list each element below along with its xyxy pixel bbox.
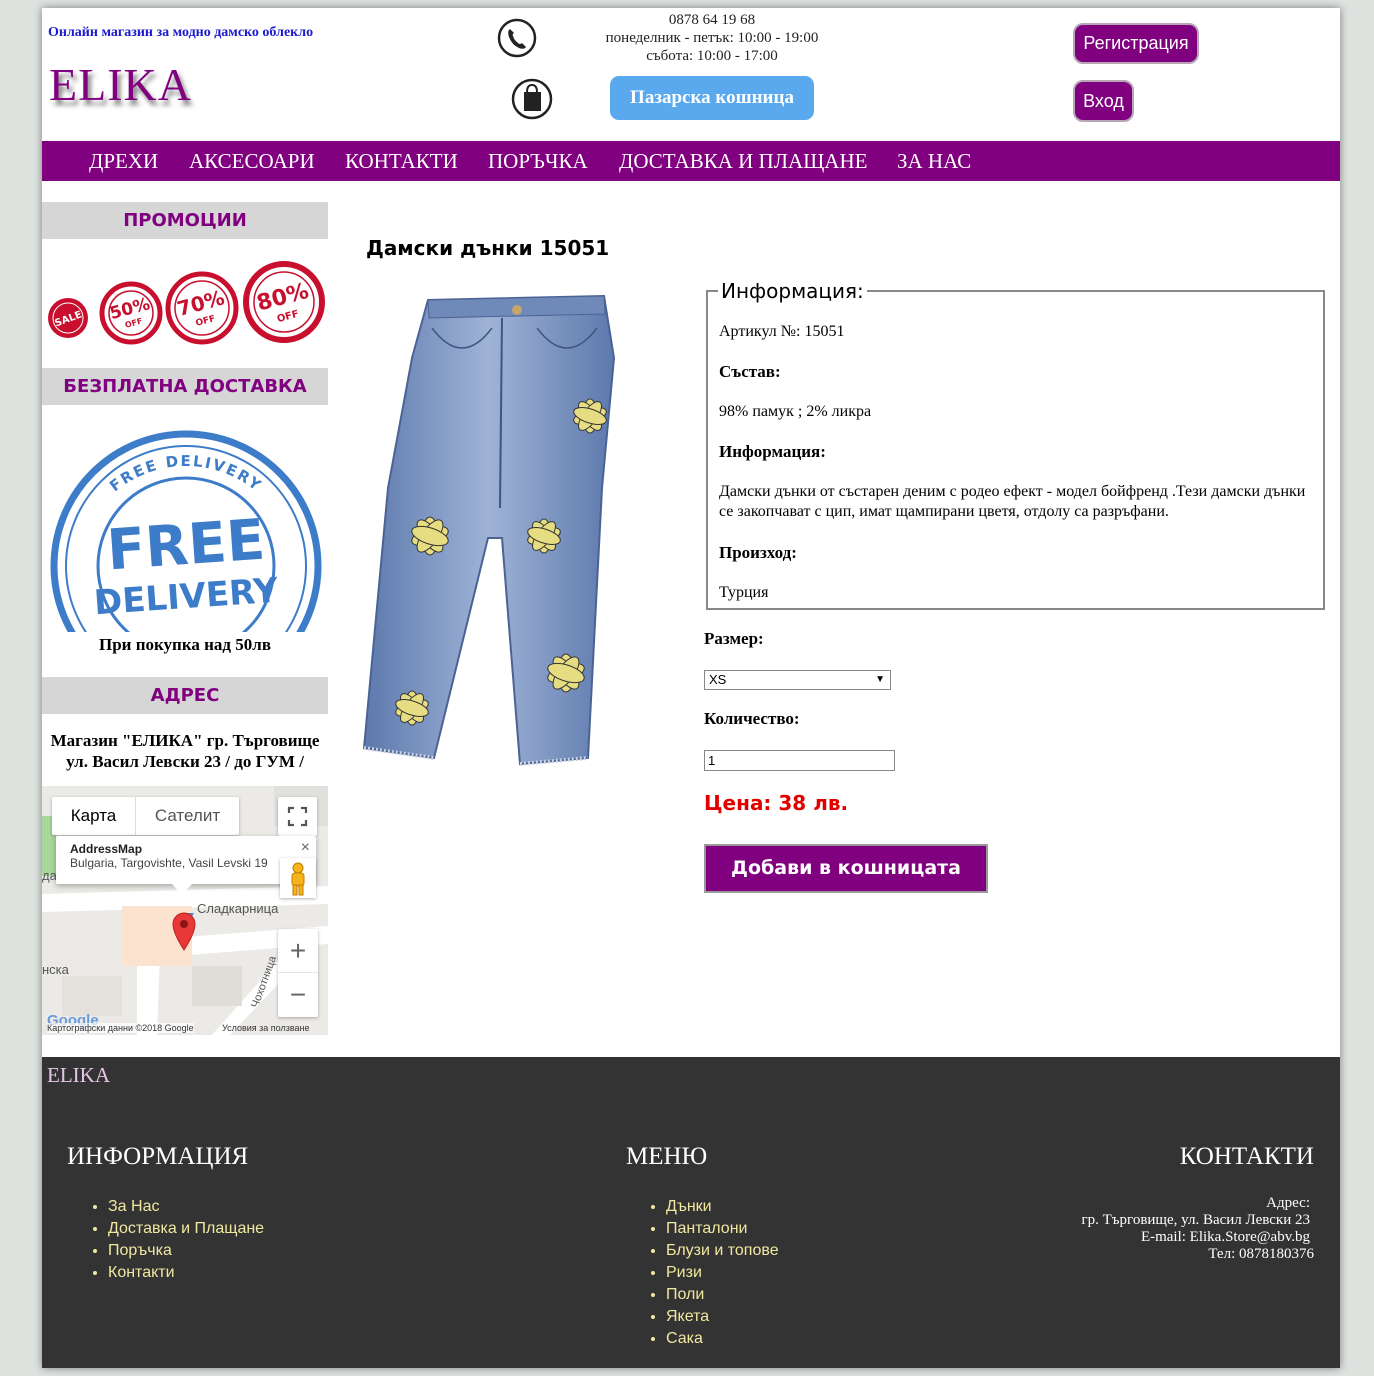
nav-item-accessories[interactable]: АКСЕСОАРИ: [189, 141, 315, 181]
promo-badges-image[interactable]: SALE 50% OFF 70% OFF 80% OFF: [46, 258, 326, 348]
google-map[interactable]: Сладкарница Чохотница да нска Карта Сате…: [42, 786, 328, 1035]
map-marker-icon[interactable]: [171, 911, 197, 951]
store-address-line2: ул. Васил Левски 23 / до ГУМ /: [66, 752, 304, 771]
cart-button[interactable]: Пазарска кошница: [610, 76, 814, 120]
composition-value: 98% памук ; 2% ликра: [719, 403, 872, 420]
contact-hours: 0878 64 19 68 понеделник - петък: 10:00 …: [582, 11, 842, 65]
store-address-line1: Магазин "ЕЛИКА" гр. Търговище: [50, 731, 320, 750]
discount-70-badge: 70% OFF: [165, 271, 239, 345]
phone-number: 0878 64 19 68: [668, 12, 756, 28]
footer-logo[interactable]: ELIKA: [47, 1063, 110, 1088]
map-pegman-button[interactable]: [280, 858, 316, 898]
page: Онлайн магазин за модно дамско облекло E…: [42, 8, 1340, 1368]
map-attribution: Картографски данни ©2018 Google: [47, 1023, 194, 1033]
main-nav: ДРЕХИ АКСЕСОАРИ КОНТАКТИ ПОРЪЧКА ДОСТАВК…: [42, 141, 1340, 181]
size-select[interactable]: XS ▼: [704, 670, 891, 690]
pegman-icon: [291, 862, 305, 896]
map-terms-link[interactable]: Условия за ползване: [222, 1023, 310, 1033]
nav-item-contacts[interactable]: КОНТАКТИ: [345, 141, 458, 181]
fullscreen-icon: [287, 806, 308, 827]
address-title: АДРЕС: [42, 677, 328, 714]
map-tab-satellite[interactable]: Сателит: [136, 797, 239, 835]
footer-link-contacts[interactable]: Контакти: [108, 1262, 264, 1284]
map-info-pointer: [172, 884, 192, 895]
nav-item-clothes[interactable]: ДРЕХИ: [89, 141, 158, 181]
nav-item-about[interactable]: ЗА НАС: [897, 141, 971, 181]
info-box-legend: Информация:: [718, 279, 867, 303]
tagline: Онлайн магазин за модно дамско облекло: [48, 25, 314, 40]
size-selected-value: XS: [709, 672, 727, 687]
map-label-left2: нска: [42, 962, 69, 977]
map-info-address: Bulgaria, Targovishte, Vasil Levski 19: [70, 856, 268, 870]
product-info-box: Информация: Артикул №: 15051 Състав: 98%…: [706, 279, 1325, 610]
footer-email[interactable]: E-mail: Elika.Store@abv.bg: [1081, 1229, 1314, 1246]
discount-80-badge: 80% OFF: [243, 261, 325, 343]
product-title: Дамски дънки 15051: [366, 236, 610, 260]
footer-link-order[interactable]: Поръчка: [108, 1240, 264, 1262]
sale-badge: SALE: [48, 298, 88, 338]
dropdown-arrow-icon: ▼: [875, 674, 885, 685]
footer-link-skirts[interactable]: Поли: [666, 1284, 779, 1306]
product-image[interactable]: [352, 288, 622, 778]
footer-link-blazers[interactable]: Сака: [666, 1328, 779, 1350]
free-delivery-caption: При покупка над 50лв: [98, 635, 272, 654]
footer-link-jackets[interactable]: Якета: [666, 1306, 779, 1328]
map-type-tabs: Карта Сателит: [52, 797, 239, 835]
login-button[interactable]: Вход: [1073, 80, 1134, 122]
nav-item-order[interactable]: ПОРЪЧКА: [488, 141, 588, 181]
information-label: Информация:: [719, 442, 826, 461]
map-info-title: AddressMap: [70, 842, 143, 856]
free-delivery-stamp-image[interactable]: FREE DELIVERY FREE DELIVERY: [44, 426, 328, 632]
footer: ELIKA ИНФОРМАЦИЯ За Нас Доставка и Плаща…: [42, 1057, 1340, 1368]
footer-info-title: ИНФОРМАЦИЯ: [67, 1143, 249, 1170]
map-zoom-controls: + −: [278, 929, 318, 1017]
register-button[interactable]: Регистрация: [1073, 23, 1199, 64]
svg-text:FREE DELIVERY: FREE DELIVERY: [106, 452, 266, 495]
shopping-bag-icon: [511, 78, 553, 120]
footer-link-about[interactable]: За Нас: [108, 1196, 264, 1218]
footer-contacts-title: КОНТАКТИ: [1179, 1143, 1314, 1170]
map-label-shop: Сладкарница: [197, 901, 279, 916]
nav-item-delivery[interactable]: ДОСТАВКА И ПЛАЩАНЕ: [619, 141, 867, 181]
map-info-close-icon[interactable]: ×: [301, 839, 310, 857]
free-delivery-title: БЕЗПЛАТНА ДОСТАВКА: [42, 368, 328, 405]
footer-link-shirts[interactable]: Ризи: [666, 1262, 779, 1284]
map-zoom-in-button[interactable]: +: [278, 929, 318, 973]
map-footer: Google Картографски данни ©2018 Google У…: [42, 1012, 328, 1035]
product-price: Цена: 38 лв.: [704, 791, 849, 815]
quantity-label: Количество:: [704, 709, 800, 728]
map-tab-map[interactable]: Карта: [52, 797, 136, 835]
footer-link-blouses[interactable]: Блузи и топове: [666, 1240, 779, 1262]
footer-address: гр. Търговище, ул. Васил Левски 23: [1081, 1212, 1310, 1228]
information-value: Дамски дънки от състарен деним с родео е…: [719, 483, 1306, 520]
discount-50-badge: 50% OFF: [99, 281, 163, 345]
footer-link-trousers[interactable]: Панталони: [666, 1218, 779, 1240]
map-fullscreen-button[interactable]: [278, 797, 317, 836]
map-label-left1: да: [42, 868, 57, 883]
footer-contact-info: Адрес: гр. Търговище, ул. Васил Левски 2…: [1081, 1195, 1314, 1263]
product-article: Артикул №: 15051: [719, 323, 845, 340]
footer-phone: Тел: 0878180376: [1208, 1246, 1314, 1262]
footer-link-delivery[interactable]: Доставка и Плащане: [108, 1218, 264, 1240]
size-label: Размер:: [704, 629, 764, 648]
promotions-title: ПРОМОЦИИ: [42, 202, 328, 239]
origin-label: Произход:: [719, 543, 797, 562]
footer-address-label: Адрес:: [1266, 1195, 1310, 1211]
composition-label: Състав:: [719, 362, 781, 381]
footer-menu-title: МЕНЮ: [626, 1143, 708, 1170]
hours-saturday: събота: 10:00 - 17:00: [646, 48, 778, 64]
footer-menu-list: Дънки Панталони Блузи и топове Ризи Поли…: [666, 1196, 779, 1350]
map-zoom-out-button[interactable]: −: [278, 973, 318, 1017]
quantity-input[interactable]: 1: [704, 750, 895, 771]
footer-link-jeans[interactable]: Дънки: [666, 1196, 779, 1218]
logo[interactable]: ELIKA: [49, 58, 192, 111]
map-info-window: AddressMap Bulgaria, Targovishte, Vasil …: [56, 836, 316, 884]
footer-info-list: За Нас Доставка и Плащане Поръчка Контак…: [108, 1196, 264, 1284]
hours-weekdays: понеделник - петък: 10:00 - 19:00: [605, 30, 819, 46]
store-address: Магазин "ЕЛИКА" гр. Търговище ул. Васил …: [42, 730, 328, 772]
add-to-cart-button[interactable]: Добави в кошницата: [704, 844, 988, 893]
stamp-ring-text: FREE DELIVERY: [106, 452, 264, 495]
phone-icon: [497, 18, 537, 58]
origin-value: Турция: [719, 584, 769, 601]
